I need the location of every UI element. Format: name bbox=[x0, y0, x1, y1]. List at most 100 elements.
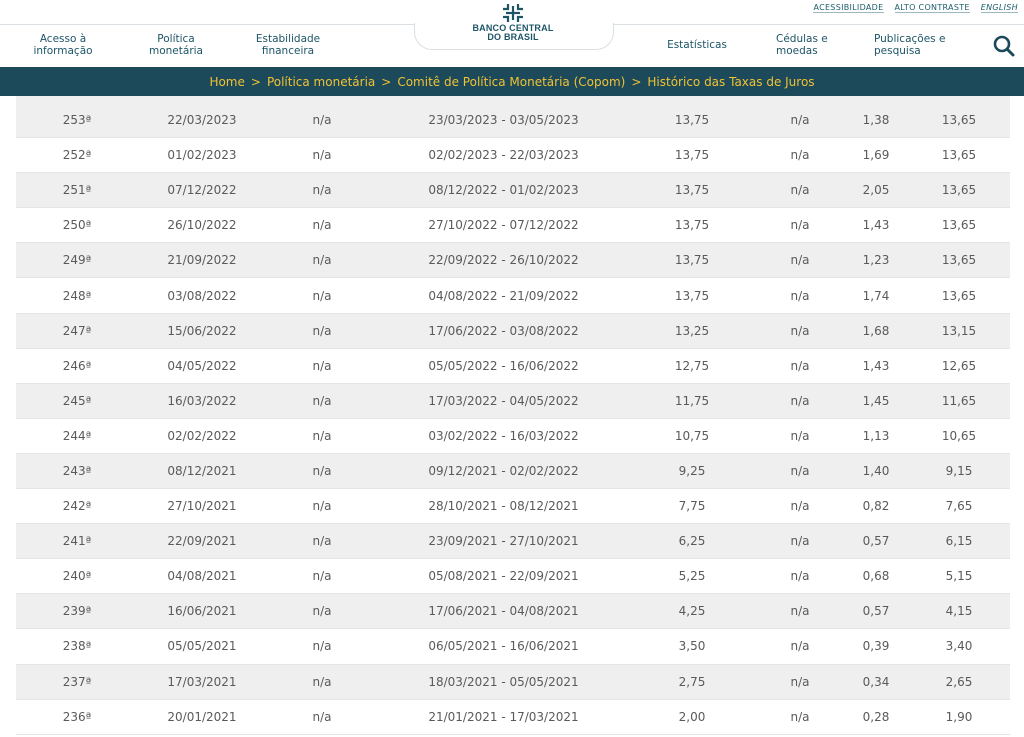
selic-target-cell: 10,75 bbox=[674, 428, 710, 443]
selic-target-cell: 5,25 bbox=[678, 569, 706, 584]
meeting-number-cell: 241ª bbox=[62, 534, 92, 549]
bias-cell: n/a bbox=[312, 428, 332, 443]
selic-target-tban-cell: n/a bbox=[790, 499, 810, 514]
selic-target-cell: 13,75 bbox=[674, 113, 710, 128]
accumulated-rate-cell: 2,05 bbox=[862, 183, 890, 198]
selic-target-cell: 13,75 bbox=[674, 253, 710, 268]
selic-target-cell: 7,75 bbox=[678, 499, 706, 514]
bias-cell: n/a bbox=[312, 183, 332, 198]
meeting-number-cell: 238ª bbox=[62, 639, 92, 654]
accessibility-link[interactable]: ACESSIBILIDADE bbox=[813, 3, 884, 13]
selic-target-tban-cell: n/a bbox=[790, 288, 810, 303]
selic-target-tban-cell: n/a bbox=[790, 463, 810, 478]
selic-target-tban-cell: n/a bbox=[790, 393, 810, 408]
bias-cell: n/a bbox=[312, 113, 332, 128]
selic-target-tban-cell: n/a bbox=[790, 674, 810, 689]
accumulated-rate-cell: 0,68 bbox=[862, 569, 890, 584]
selic-target-cell: 9,25 bbox=[678, 463, 706, 478]
nav-cedulas-moedas[interactable]: Cédulas e moedas bbox=[776, 33, 836, 57]
selic-effective-cell: 13,65 bbox=[941, 218, 977, 233]
selic-target-cell: 6,25 bbox=[678, 534, 706, 549]
accumulated-rate-cell: 1,45 bbox=[862, 393, 890, 408]
validity-period-cell: 02/02/2023 - 22/03/2023 bbox=[428, 148, 579, 163]
meeting-date-cell: 05/05/2021 bbox=[167, 639, 237, 654]
nav-label: Cédulas e bbox=[776, 33, 828, 45]
bias-cell: n/a bbox=[312, 604, 332, 619]
breadcrumb-politica-monetaria[interactable]: Política monetária bbox=[267, 75, 375, 89]
nav-label: informação bbox=[33, 45, 93, 57]
validity-period-cell: 27/10/2022 - 07/12/2022 bbox=[428, 218, 579, 233]
breadcrumb-historico[interactable]: Histórico das Taxas de Juros bbox=[647, 75, 814, 89]
table-row: 243ª 08/12/2021 n/a 09/12/2021 - 02/02/2022… bbox=[16, 453, 1010, 490]
selic-effective-cell: 13,65 bbox=[941, 148, 977, 163]
validity-period-cell: 17/03/2022 - 04/05/2022 bbox=[428, 393, 579, 408]
nav-label: pesquisa bbox=[874, 45, 921, 57]
meeting-number-cell: 251ª bbox=[62, 183, 92, 198]
accumulated-rate-cell: 0,34 bbox=[862, 674, 890, 689]
validity-period-cell: 18/03/2021 - 05/05/2021 bbox=[428, 674, 579, 689]
nav-acesso-informacao[interactable]: Acesso à informação bbox=[28, 33, 98, 57]
meeting-number-cell: 240ª bbox=[62, 569, 92, 584]
selic-target-cell: 2,00 bbox=[678, 709, 706, 724]
breadcrumb-copom[interactable]: Comitê de Política Monetária (Copom) bbox=[397, 75, 625, 89]
selic-effective-cell: 11,65 bbox=[941, 393, 977, 408]
rates-table: 253ª 22/03/2023 n/a 23/03/2023 - 03/05/2023… bbox=[16, 96, 1010, 735]
meeting-date-cell: 01/02/2023 bbox=[167, 148, 237, 163]
selic-effective-cell: 5,15 bbox=[945, 569, 973, 584]
nav-label: Estabilidade bbox=[255, 33, 321, 45]
validity-period-cell: 08/12/2022 - 01/02/2023 bbox=[428, 183, 579, 198]
table-row: 253ª 22/03/2023 n/a 23/03/2023 - 03/05/2023… bbox=[16, 103, 1010, 139]
validity-period-cell: 23/09/2021 - 27/10/2021 bbox=[428, 534, 579, 549]
meeting-date-cell: 26/10/2022 bbox=[167, 218, 237, 233]
validity-period-cell: 06/05/2021 - 16/06/2021 bbox=[428, 639, 579, 654]
meeting-number-cell: 245ª bbox=[62, 393, 92, 408]
selic-target-cell: 12,75 bbox=[674, 358, 710, 373]
accumulated-rate-cell: 1,43 bbox=[862, 358, 890, 373]
table-row: 238ª 05/05/2021 n/a 06/05/2021 - 16/06/2021… bbox=[16, 629, 1010, 665]
nav-label: financeira bbox=[261, 45, 315, 57]
selic-effective-cell: 10,65 bbox=[941, 428, 977, 443]
accumulated-rate-cell: 0,57 bbox=[862, 604, 890, 619]
validity-period-cell: 23/03/2023 - 03/05/2023 bbox=[428, 113, 579, 128]
nav-label: Política bbox=[157, 33, 195, 45]
meeting-number-cell: 246ª bbox=[62, 358, 92, 373]
accumulated-rate-cell: 1,74 bbox=[862, 288, 890, 303]
meeting-date-cell: 04/08/2021 bbox=[167, 569, 237, 584]
table-row: 241ª 22/09/2021 n/a 23/09/2021 - 27/10/2021… bbox=[16, 524, 1010, 560]
nav-politica-monetaria[interactable]: Política monetária bbox=[140, 33, 212, 57]
bias-cell: n/a bbox=[312, 218, 332, 233]
meeting-number-cell: 247ª bbox=[62, 323, 92, 338]
logo-line-2: DO BRASIL bbox=[487, 32, 539, 42]
validity-period-cell: 03/02/2022 - 16/03/2022 bbox=[428, 428, 579, 443]
selic-target-tban-cell: n/a bbox=[790, 569, 810, 584]
table-body: 253ª 22/03/2023 n/a 23/03/2023 - 03/05/2023… bbox=[16, 103, 1010, 735]
english-link[interactable]: ENGLISH bbox=[980, 3, 1018, 13]
meeting-date-cell: 08/12/2021 bbox=[167, 463, 237, 478]
accumulated-rate-cell: 1,68 bbox=[862, 323, 890, 338]
table-top-edge bbox=[16, 96, 1010, 103]
selic-effective-cell: 13,65 bbox=[941, 288, 977, 303]
nav-publicacoes-pesquisa[interactable]: Publicações e pesquisa bbox=[874, 33, 954, 57]
meeting-date-cell: 27/10/2021 bbox=[167, 499, 237, 514]
selic-effective-cell: 9,15 bbox=[945, 463, 973, 478]
table-row: 239ª 16/06/2021 n/a 17/06/2021 - 04/08/2021… bbox=[16, 594, 1010, 630]
table-row: 244ª 02/02/2022 n/a 03/02/2022 - 16/03/2022… bbox=[16, 418, 1010, 454]
validity-period-cell: 04/08/2022 - 21/09/2022 bbox=[428, 288, 579, 303]
bias-cell: n/a bbox=[312, 148, 332, 163]
nav-estabilidade-financeira[interactable]: Estabilidade financeira bbox=[252, 33, 324, 57]
meeting-number-cell: 237ª bbox=[62, 674, 92, 689]
bias-cell: n/a bbox=[312, 709, 332, 724]
breadcrumb-home[interactable]: Home bbox=[209, 75, 244, 89]
meeting-number-cell: 244ª bbox=[62, 428, 92, 443]
table-row: 248ª 03/08/2022 n/a 04/08/2022 - 21/09/2022… bbox=[16, 278, 1010, 314]
selic-target-tban-cell: n/a bbox=[790, 113, 810, 128]
accumulated-rate-cell: 1,13 bbox=[862, 428, 890, 443]
selic-target-cell: 11,75 bbox=[674, 393, 710, 408]
table-row: 237ª 17/03/2021 n/a 18/03/2021 - 05/05/2021… bbox=[16, 664, 1010, 700]
bcb-logo[interactable]: BANCO CENTRAL DO BRASIL bbox=[463, 2, 563, 42]
high-contrast-link[interactable]: ALTO CONTRASTE bbox=[894, 3, 970, 13]
nav-label: Publicações e bbox=[874, 33, 946, 45]
selic-target-tban-cell: n/a bbox=[790, 183, 810, 198]
search-button[interactable] bbox=[992, 34, 1016, 58]
nav-estatisticas[interactable]: Estatísticas bbox=[666, 39, 728, 51]
